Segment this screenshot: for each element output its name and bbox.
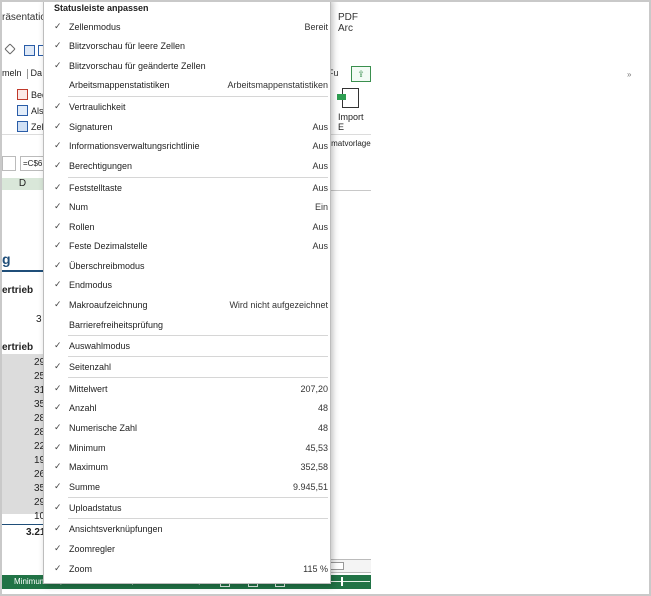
menu-item-anzahl[interactable]: ✓ Anzahl 48 <box>44 399 330 418</box>
check-icon: ✓ <box>54 101 62 111</box>
menu-title: Statusleiste anpassen <box>54 3 149 13</box>
check-icon: ✓ <box>54 383 62 393</box>
menu-item-zoomregler[interactable]: ✓ Zoomregler <box>44 540 330 559</box>
screenshot-frame: räsentatio PDF Arc meln Da Bed Als Zel Fu… <box>0 0 651 596</box>
menu-item-ueberschreibmodus[interactable]: ✓ Überschreibmodus <box>44 257 330 276</box>
formatvorlagen-label: ormatvorlage <box>324 139 371 148</box>
conditional-format-icon <box>17 89 28 100</box>
check-icon: ✓ <box>54 543 62 553</box>
check-icon: ✓ <box>54 260 62 270</box>
ribbon-item-zellenformatvorlagen[interactable]: Zel <box>17 121 44 132</box>
name-box[interactable] <box>2 156 16 171</box>
menu-item-seitenzahl[interactable]: ✓ Seitenzahl <box>44 358 330 377</box>
table-icon[interactable] <box>24 45 35 56</box>
menu-item-mittelwert[interactable]: ✓ Mittelwert 207,20 <box>44 380 330 399</box>
menu-item-signaturen[interactable]: ✓ Signaturen Aus <box>44 118 330 137</box>
cell-header-vertrieb-2[interactable]: ertrieb <box>2 342 33 353</box>
menu-item-vertraulichkeit[interactable]: ✓ Vertraulichkeit <box>44 98 330 117</box>
check-icon: ✓ <box>54 481 62 491</box>
status-bar-context-menu[interactable]: Statusleiste anpassen ✓ Zellenmodus Bereit… <box>43 2 331 584</box>
menu-separator <box>68 377 328 378</box>
tab-daten[interactable]: Da <box>31 68 43 78</box>
check-icon: ✓ <box>54 361 62 371</box>
check-icon: ✓ <box>54 340 62 350</box>
menu-separator <box>68 96 328 97</box>
title-underline <box>2 270 43 272</box>
ribbon-item-label: Als <box>31 105 44 116</box>
menu-separator <box>68 518 328 519</box>
check-icon: ✓ <box>54 402 62 412</box>
menu-item-endmodus[interactable]: ✓ Endmodus <box>44 276 330 295</box>
menu-item-feststelltaste[interactable]: ✓ Feststelltaste Aus <box>44 179 330 198</box>
menu-item-minimum[interactable]: ✓ Minimum 45,53 <box>44 439 330 458</box>
check-icon: ✓ <box>54 279 62 289</box>
window-title-left: räsentatio <box>2 12 46 23</box>
ribbon-tabs: meln Da <box>2 68 45 79</box>
check-icon: ✓ <box>54 523 62 533</box>
check-icon: ✓ <box>54 182 62 192</box>
menu-item-auswahlmodus[interactable]: ✓ Auswahlmodus <box>44 337 330 356</box>
menu-item-makroaufzeichnung[interactable]: ✓ Makroaufzeichnung Wird nicht aufgezeichn… <box>44 296 330 315</box>
menu-item-numerische-zahl[interactable]: ✓ Numerische Zahl 48 <box>44 419 330 438</box>
menu-item-maximum[interactable]: ✓ Maximum 352,58 <box>44 458 330 477</box>
menu-item-berechtigungen[interactable]: ✓ Berechtigungen Aus <box>44 157 330 176</box>
check-icon: ✓ <box>54 442 62 452</box>
column-header-i[interactable]: I <box>328 178 371 191</box>
quick-access-icon[interactable] <box>4 43 16 55</box>
check-icon: ✓ <box>54 502 62 512</box>
zoom-slider-thumb[interactable] <box>341 577 343 586</box>
check-icon: ✓ <box>54 422 62 432</box>
ribbon-item-label: Zel <box>31 121 44 132</box>
menu-item-blitzvorschau-geaendert[interactable]: ✓ Blitzvorschau für geänderte Zellen <box>44 57 330 76</box>
cell-styles-icon <box>17 121 28 132</box>
menu-item-zoom[interactable]: ✓ Zoom 115 % <box>44 560 330 579</box>
table-format-icon <box>17 105 28 116</box>
menu-item-barrierefreiheitspruefung[interactable]: Barrierefreiheitsprüfung <box>44 316 330 335</box>
menu-separator <box>68 177 328 178</box>
window-title-right: PDF Arc <box>338 12 358 34</box>
share-button[interactable]: ⇪ <box>351 66 371 82</box>
collapse-icon[interactable]: » <box>627 70 631 79</box>
check-icon: ✓ <box>54 240 62 250</box>
check-icon: ✓ <box>54 21 62 31</box>
menu-item-arbeitsmappenstatistiken[interactable]: Arbeitsmappenstatistiken Arbeitsmappensta… <box>44 76 330 95</box>
check-icon: ✓ <box>54 221 62 231</box>
tab-formeln[interactable]: meln <box>2 68 22 78</box>
menu-item-blitzvorschau-leere[interactable]: ✓ Blitzvorschau für leere Zellen <box>44 37 330 56</box>
total-border <box>2 524 43 525</box>
ribbon-item-als-tabelle[interactable]: Als <box>17 105 44 116</box>
check-icon: ✓ <box>54 121 62 131</box>
menu-separator <box>68 335 328 336</box>
check-icon: ✓ <box>54 60 62 70</box>
check-icon: ✓ <box>54 160 62 170</box>
check-icon: ✓ <box>54 140 62 150</box>
check-icon: ✓ <box>54 40 62 50</box>
cell-header-vertrieb[interactable]: ertrieb <box>2 285 33 296</box>
menu-item-uploadstatus[interactable]: ✓ Uploadstatus <box>44 499 330 518</box>
menu-item-informationsverwaltungsrichtlinie[interactable]: ✓ Informationsverwaltungsrichtlinie Aus <box>44 137 330 156</box>
check-icon: ✓ <box>54 563 62 573</box>
menu-item-num[interactable]: ✓ Num Ein <box>44 198 330 217</box>
check-icon: ✓ <box>54 299 62 309</box>
import-label[interactable]: Import E <box>338 112 371 132</box>
menu-item-rollen[interactable]: ✓ Rollen Aus <box>44 218 330 237</box>
menu-item-feste-dezimalstelle[interactable]: ✓ Feste Dezimalstelle Aus <box>44 237 330 256</box>
check-icon: ✓ <box>54 201 62 211</box>
sheet-title: g <box>2 251 11 267</box>
menu-separator <box>68 356 328 357</box>
check-icon: ✓ <box>54 461 62 471</box>
import-icon[interactable] <box>337 88 359 108</box>
menu-separator <box>68 497 328 498</box>
menu-item-summe[interactable]: ✓ Summe 9.945,51 <box>44 478 330 497</box>
menu-item-zellenmodus[interactable]: ✓ Zellenmodus Bereit <box>44 18 330 37</box>
cell-value[interactable]: 3 <box>36 314 42 325</box>
menu-item-ansichtsverknuepfungen[interactable]: ✓ Ansichtsverknüpfungen <box>44 520 330 539</box>
